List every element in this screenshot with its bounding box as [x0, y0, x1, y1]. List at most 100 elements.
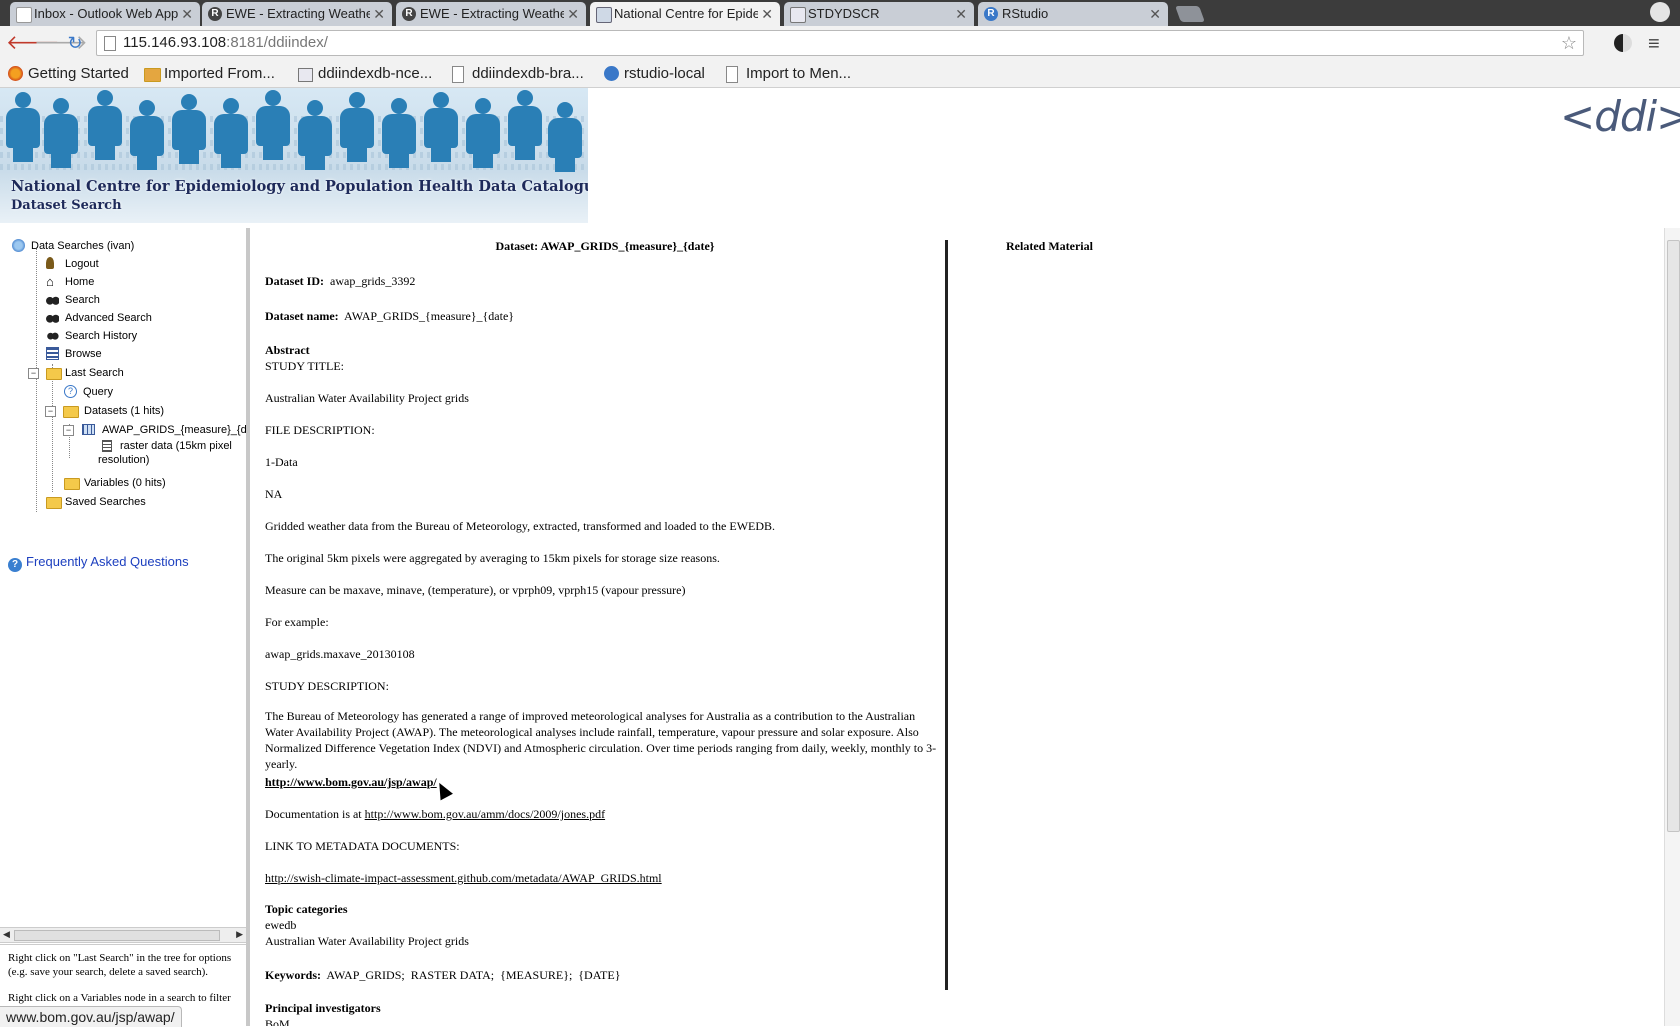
collapse-icon[interactable]: − — [63, 425, 74, 436]
page-vertical-scrollbar[interactable] — [1664, 228, 1680, 1026]
tab-title: RStudio — [1002, 6, 1049, 21]
topic-item: Australian Water Availability Project gr… — [265, 934, 469, 948]
bookmark-rstudio-local[interactable]: rstudio-local — [604, 64, 705, 84]
binoculars-icon — [46, 293, 59, 306]
status-bubble: www.bom.gov.au/jsp/awap/ — [0, 1006, 182, 1027]
file-description-line: NA — [265, 487, 283, 501]
ddi-logo: <ddi> — [1560, 92, 1680, 141]
abstract-paragraph: For example: — [265, 615, 329, 629]
tab-ewe-1[interactable]: R EWE - Extracting Weather ✕ — [202, 2, 392, 26]
tab-title: EWE - Extracting Weather — [420, 6, 564, 21]
extension-icon[interactable] — [1614, 34, 1632, 52]
keywords-value: AWAP_GRIDS; RASTER DATA; {MEASURE}; {DAT… — [326, 968, 621, 982]
tree-label: Last Search — [65, 367, 124, 379]
tab-title: EWE - Extracting Weather — [226, 6, 370, 21]
person-figure — [214, 98, 248, 168]
person-figure — [424, 92, 458, 162]
file-icon — [102, 440, 112, 452]
bookmarks-bar: Getting Started Imported From... ddiinde… — [0, 60, 1680, 88]
tree-label: AWAP_GRIDS_{measure}_{da — [102, 424, 246, 436]
data-searches-icon — [12, 239, 25, 252]
collapse-icon[interactable]: − — [28, 368, 39, 379]
bookmark-imported-from[interactable]: Imported From... — [144, 64, 275, 84]
scrollbar-thumb[interactable] — [1667, 240, 1680, 832]
bom-awap-link[interactable]: http://www.bom.gov.au/jsp/awap/ — [265, 775, 437, 790]
bookmark-ddiindexdb-nce[interactable]: ddiindexdb-nce... — [298, 64, 432, 84]
close-tab-icon[interactable]: ✕ — [567, 2, 579, 26]
scroll-left-icon[interactable]: ◀ — [3, 929, 10, 940]
principal-investigator: BoM — [265, 1017, 290, 1026]
tab-outlook[interactable]: Inbox - Outlook Web App ✕ — [10, 2, 200, 26]
help-paragraph: Right click on "Last Search" in the tree… — [8, 952, 232, 978]
tab-national-centre[interactable]: National Centre for Epide ✕ — [590, 2, 780, 26]
tree-label: Datasets (1 hits) — [84, 405, 165, 417]
abstract-paragraph: Gridded weather data from the Bureau of … — [265, 519, 776, 533]
forward-arrow-icon[interactable]: 🡒 — [34, 32, 88, 54]
faq-link[interactable]: ? Frequently Asked Questions — [8, 554, 189, 572]
rstudio-icon — [604, 66, 619, 81]
person-figure — [548, 102, 582, 172]
documentation-prefix: Documentation is at — [265, 807, 362, 821]
back-arrow-icon[interactable]: 🡐 — [6, 32, 60, 54]
file-description-label: FILE DESCRIPTION: — [265, 423, 375, 437]
principal-investigators-label: Principal investigators — [265, 1001, 381, 1015]
tab-rstudio[interactable]: R RStudio ✕ — [978, 2, 1168, 26]
keywords-row: Keywords: AWAP_GRIDS; RASTER DATA; {MEAS… — [265, 968, 620, 983]
bookmark-star-icon[interactable]: ☆ — [1561, 31, 1577, 55]
reload-icon[interactable]: ↻ — [64, 32, 86, 54]
dataset-name-value: AWAP_GRIDS_{measure}_{date} — [344, 309, 515, 323]
metadata-link[interactable]: http://swish-climate-impact-assessment.g… — [265, 871, 662, 885]
dataset-name-row: Dataset name: AWAP_GRIDS_{measure}_{date… — [265, 309, 514, 324]
banner-image: National Centre for Epidemiology and Pop… — [0, 88, 588, 223]
left-panel: Data Searches (ivan) Logout ⌂ Home Searc… — [0, 228, 250, 1026]
person-figure — [6, 92, 40, 162]
page-icon — [726, 66, 738, 83]
tree-label: Search — [65, 294, 100, 306]
tree-label: Home — [65, 276, 95, 288]
profile-icon[interactable] — [1650, 2, 1670, 22]
scrollbar-thumb[interactable] — [14, 930, 220, 941]
menu-icon[interactable]: ≡ — [1648, 33, 1660, 56]
bookmark-getting-started[interactable]: Getting Started — [8, 64, 129, 84]
person-figure — [466, 98, 500, 168]
abstract-paragraph: Measure can be maxave, minave, (temperat… — [265, 583, 686, 597]
metadata-label: LINK TO METADATA DOCUMENTS: — [265, 839, 460, 853]
tree-label: Saved Searches — [65, 496, 146, 508]
abstract-label: Abstract — [265, 343, 310, 357]
close-tab-icon[interactable]: ✕ — [373, 2, 385, 26]
main-content: Dataset: AWAP_GRIDS_{measure}_{date} Dat… — [252, 228, 1660, 1026]
address-bar[interactable]: 115.146.93.108:8181/ddiindex/ ☆ — [96, 30, 1584, 56]
close-tab-icon[interactable]: ✕ — [761, 2, 773, 26]
tree-horizontal-scrollbar[interactable]: ◀ ▶ — [0, 927, 246, 943]
history-binoculars-icon — [46, 329, 59, 342]
scroll-right-icon[interactable]: ▶ — [236, 929, 243, 940]
documentation-link[interactable]: http://www.bom.gov.au/amm/docs/2009/jone… — [365, 807, 605, 821]
dataset-name-label: Dataset name: — [265, 309, 339, 323]
page-icon — [452, 66, 464, 83]
close-tab-icon[interactable]: ✕ — [955, 2, 967, 26]
close-tab-icon[interactable]: ✕ — [181, 2, 193, 26]
topic-item: ewedb — [265, 918, 297, 932]
new-tab-button[interactable] — [1175, 6, 1205, 22]
tab-ewe-2[interactable]: R EWE - Extracting Weather ✕ — [396, 2, 586, 26]
bookmark-label: ddiindexdb-bra... — [472, 65, 584, 82]
rstudio-icon: R — [984, 7, 998, 21]
search-tree: Data Searches (ivan) Logout ⌂ Home Searc… — [0, 228, 246, 928]
folder-icon — [64, 478, 80, 490]
study-description: The Bureau of Meteorology has generated … — [265, 709, 937, 771]
bookmark-import-to-menu[interactable]: Import to Men... — [726, 64, 851, 84]
url-path: :8181/ddiindex/ — [226, 34, 328, 51]
dataset-id-value: awap_grids_3392 — [330, 274, 416, 288]
topic-categories-label: Topic categories — [265, 902, 348, 916]
tree-label: Logout — [65, 258, 99, 270]
tab-stdydscr[interactable]: STDYDSCR ✕ — [784, 2, 974, 26]
person-figure — [130, 100, 164, 170]
bookmark-label: Import to Men... — [746, 65, 852, 82]
page-icon — [790, 7, 806, 23]
bookmark-ddiindexdb-bra[interactable]: ddiindexdb-bra... — [452, 64, 584, 84]
close-tab-icon[interactable]: ✕ — [1149, 2, 1161, 26]
bookmark-label: Imported From... — [164, 65, 275, 82]
collapse-icon[interactable]: − — [45, 406, 56, 417]
bom-awap-link-text[interactable]: http://www.bom.gov.au/jsp/awap/ — [265, 775, 437, 789]
dataset-heading: Dataset: AWAP_GRIDS_{measure}_{date} — [495, 239, 715, 253]
